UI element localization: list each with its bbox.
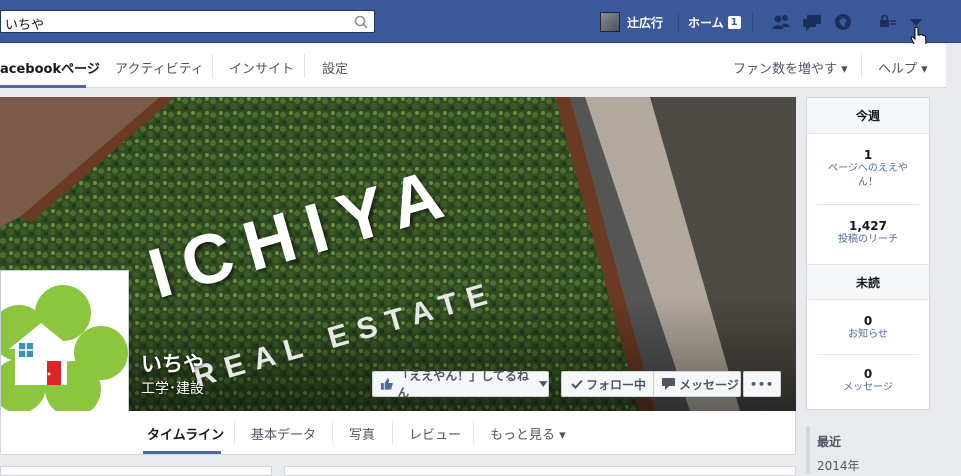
follow-message-group: フォロー中 メッセージ	[561, 371, 741, 397]
profile-link[interactable]: 辻広行	[600, 12, 663, 32]
tab-reviews[interactable]: レビュー	[409, 424, 461, 443]
search-icon[interactable]	[352, 13, 370, 31]
privacy-icon[interactable]	[877, 12, 899, 32]
likes-count: 1	[863, 148, 873, 162]
notifications-label: お知らせ	[848, 329, 888, 340]
messages-icon[interactable]	[801, 12, 823, 32]
grow-fans-menu[interactable]: ファン数を増やす ▾	[733, 58, 848, 77]
this-week-header: 今週	[807, 98, 929, 134]
home-label: ホーム	[688, 16, 724, 30]
notifications-count: 0	[863, 314, 873, 328]
tab-photos[interactable]: 写真	[349, 424, 375, 443]
page-tabs: タイムライン 基本データ 写真 レビュー もっと見る ▾	[0, 411, 796, 455]
search-box[interactable]: いちや	[0, 10, 375, 33]
follow-label: フォロー中	[586, 377, 647, 392]
timeline-year-2014[interactable]: 2014年	[817, 457, 860, 474]
chevron-down-icon	[539, 381, 548, 387]
admin-nav: acebookページ アクティビティ インサイト 設定 ファン数を増やす ▾ ヘ…	[0, 44, 946, 88]
message-button[interactable]: メッセージ	[654, 372, 739, 396]
message-label: メッセージ	[679, 377, 739, 392]
divider	[861, 54, 862, 78]
timeline-recent[interactable]: 最近	[817, 433, 841, 450]
profile-name: 辻広行	[627, 15, 664, 30]
divider	[678, 12, 679, 32]
top-bar: いちや 辻広行 ホーム 1	[0, 0, 961, 48]
active-tab-indicator	[0, 85, 86, 88]
home-badge: 1	[727, 16, 741, 29]
tab-settings[interactable]: 設定	[322, 58, 348, 77]
thumbs-up-icon	[380, 378, 393, 390]
divider	[473, 421, 474, 445]
like-button-label: 「ええやん！」してるねん	[397, 369, 529, 400]
avatar	[600, 12, 620, 32]
timeline-bar	[806, 427, 810, 473]
like-button[interactable]: 「ええやん！」してるねん	[372, 369, 549, 400]
notifications-icon[interactable]	[832, 12, 854, 32]
reach-label: 投稿のリーチ	[838, 234, 898, 245]
tab-about[interactable]: 基本データ	[251, 424, 316, 443]
messages-label: メッセージ	[843, 382, 893, 393]
likes-label: ページへのええや ん！	[828, 163, 908, 188]
likes-stat[interactable]: 1 ページへのええや ん！	[817, 134, 919, 205]
tab-timeline[interactable]: タイムライン	[147, 424, 224, 443]
follow-button[interactable]: フォロー中	[562, 372, 654, 396]
left-column-card	[0, 466, 272, 476]
more-options-button[interactable]: •••	[743, 371, 781, 397]
divider	[304, 54, 305, 78]
tab-more[interactable]: もっと見る ▾	[490, 424, 566, 443]
page-title[interactable]: いちや	[141, 348, 204, 378]
reach-count: 1,427	[849, 219, 887, 233]
divider	[212, 54, 213, 78]
notifications-stat[interactable]: 0 お知らせ	[817, 300, 919, 355]
help-menu[interactable]: ヘルプ ▾	[878, 58, 928, 77]
search-input[interactable]: いちや	[5, 14, 44, 33]
tab-activity[interactable]: アクティビティ	[115, 58, 204, 77]
admin-stats-panel: 今週 1 ページへのええや ん！ 1,427 投稿のリーチ 未読 0 お知らせ …	[806, 97, 930, 410]
divider	[234, 421, 235, 445]
messages-stat[interactable]: 0 メッセージ	[817, 355, 919, 405]
check-icon	[571, 379, 583, 389]
page-category[interactable]: 工学･建設	[141, 378, 204, 398]
reach-stat[interactable]: 1,427 投稿のリーチ	[817, 205, 919, 264]
divider	[392, 421, 393, 445]
tab-facebook-page[interactable]: acebookページ	[0, 58, 100, 77]
active-tab-indicator	[143, 451, 221, 454]
messages-count: 0	[863, 367, 873, 381]
main-column-card	[284, 466, 796, 476]
unread-header: 未読	[807, 264, 929, 300]
divider	[752, 12, 753, 32]
tab-insights[interactable]: インサイト	[229, 58, 294, 77]
message-bubble-icon	[662, 378, 675, 390]
friends-icon[interactable]	[770, 12, 792, 32]
home-link[interactable]: ホーム 1	[688, 14, 741, 31]
divider	[332, 421, 333, 445]
timeline-year-nav: 最近 2014年	[806, 427, 961, 473]
